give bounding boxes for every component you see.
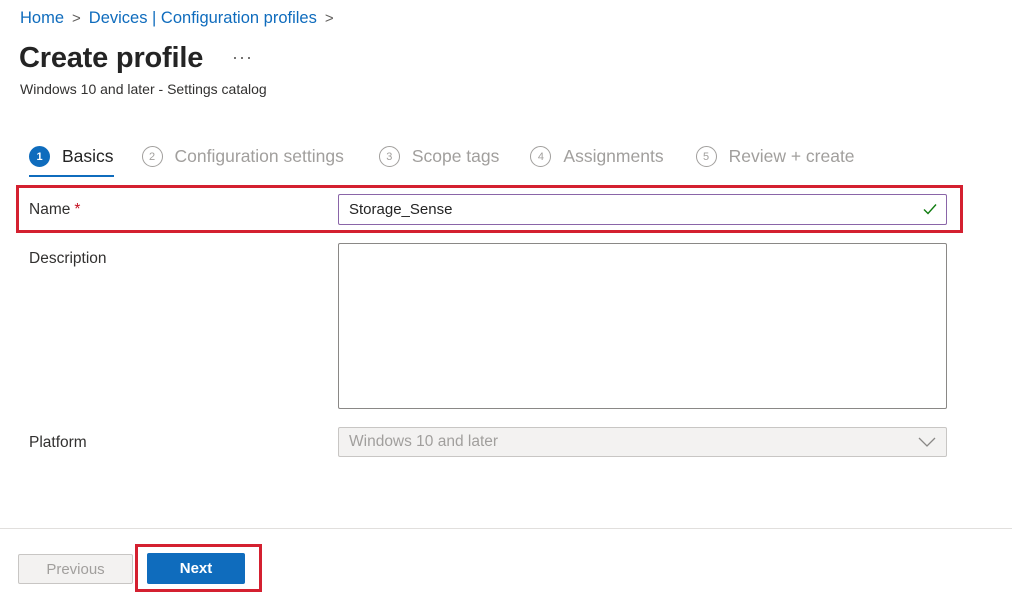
step-configuration-settings[interactable]: 2 Configuration settings — [141, 146, 344, 177]
step-scope-tags[interactable]: 3 Scope tags — [378, 146, 500, 177]
chevron-down-icon — [918, 437, 936, 447]
breadcrumb-configuration-profiles-link[interactable]: Devices | Configuration profiles — [89, 9, 317, 28]
description-label: Description — [29, 250, 107, 267]
wizard-steps: 1 Basics 2 Configuration settings 3 Scop… — [29, 146, 855, 177]
breadcrumb: Home > Devices | Configuration profiles … — [20, 9, 342, 28]
previous-button: Previous — [18, 554, 133, 584]
breadcrumb-separator: > — [72, 10, 81, 27]
platform-value: Windows 10 and later — [349, 433, 499, 450]
breadcrumb-home-link[interactable]: Home — [20, 9, 64, 28]
highlight-box-next — [135, 544, 262, 592]
platform-select: Windows 10 and later — [338, 427, 947, 457]
description-textarea[interactable] — [338, 243, 947, 409]
highlight-box-name — [16, 185, 963, 233]
step-number-icon: 2 — [141, 146, 163, 167]
step-label: Review + create — [728, 146, 855, 166]
step-number-icon: 4 — [530, 146, 552, 167]
step-assignments[interactable]: 4 Assignments — [530, 146, 664, 177]
footer-divider — [0, 528, 1012, 529]
page-subtitle: Windows 10 and later - Settings catalog — [20, 81, 267, 97]
breadcrumb-separator: > — [324, 10, 334, 27]
more-options-button[interactable]: ··· — [232, 48, 253, 66]
step-review-create[interactable]: 5 Review + create — [695, 146, 855, 177]
page-title: Create profile — [19, 42, 204, 74]
step-basics[interactable]: 1 Basics — [29, 146, 114, 177]
step-number-icon: 1 — [29, 146, 50, 167]
step-label: Configuration settings — [174, 146, 344, 166]
step-label: Assignments — [563, 146, 664, 166]
step-number-icon: 5 — [695, 146, 717, 167]
step-number-icon: 3 — [378, 146, 400, 167]
step-label: Basics — [62, 146, 114, 166]
step-label: Scope tags — [411, 146, 500, 166]
platform-label: Platform — [29, 434, 87, 451]
